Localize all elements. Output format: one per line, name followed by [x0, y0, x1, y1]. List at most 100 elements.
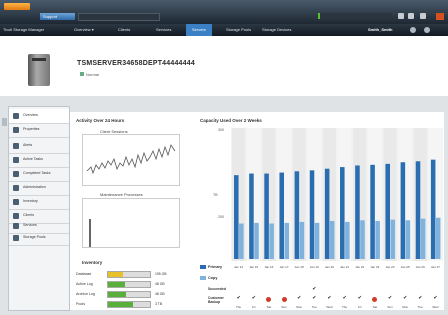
inventory-fill	[108, 272, 123, 277]
success-check-icon[interactable]: ✔	[327, 295, 331, 301]
server-header	[0, 36, 448, 96]
date-label: Jan 22	[355, 265, 365, 269]
sidebar-item-inventory[interactable]: Inventory	[9, 195, 69, 210]
bar-copy-1[interactable]	[254, 222, 259, 259]
bar-primary-11[interactable]	[400, 162, 406, 259]
inventory-archive-log-value: 48 GB	[155, 292, 165, 296]
legend-primary-swatch	[200, 265, 206, 269]
collapse-handle[interactable]	[2, 118, 7, 126]
bar-copy-0[interactable]	[239, 223, 244, 259]
bar-copy-10[interactable]	[390, 219, 396, 259]
sidebar-item-active-tasks[interactable]: Active Tasks	[9, 153, 69, 168]
bar-primary-1[interactable]	[249, 173, 254, 259]
success-check-icon[interactable]: ✔	[297, 295, 301, 301]
sidebar-label: Inventory	[23, 199, 38, 203]
succeeded-check-icon: ✔	[312, 286, 317, 292]
nav-servers[interactable]: Servers	[186, 24, 212, 36]
logout-button[interactable]	[436, 13, 444, 20]
bar-primary-0[interactable]	[234, 175, 239, 259]
bar-primary-5[interactable]	[309, 170, 315, 259]
refresh-icon[interactable]	[410, 27, 416, 33]
bar-copy-7[interactable]	[345, 221, 350, 259]
services-icon	[13, 223, 19, 229]
success-check-icon[interactable]: ✔	[358, 295, 362, 301]
success-check-icon[interactable]: ✔	[403, 295, 407, 301]
success-check-icon[interactable]: ✔	[388, 295, 392, 301]
maintenance-title: Maintenance Processes	[100, 192, 143, 197]
nav-services[interactable]: Services	[156, 24, 171, 36]
bar-copy-2[interactable]	[269, 223, 274, 259]
nav-overview[interactable]: Overview ▾	[74, 24, 94, 36]
tasks-icon	[13, 157, 19, 163]
error-status-icon[interactable]	[281, 297, 287, 302]
sidebar-item-completed-tasks[interactable]: Completed Tasks	[9, 167, 69, 182]
success-check-icon[interactable]: ✔	[312, 295, 316, 301]
overview-icon	[13, 113, 19, 119]
inventory-title: Inventory	[82, 260, 103, 265]
success-check-icon[interactable]: ✔	[343, 295, 347, 301]
inventory-icon	[13, 199, 19, 205]
bar-copy-3[interactable]	[284, 222, 290, 259]
date-label: Jan 26	[415, 265, 425, 269]
date-label: Jan 23	[370, 265, 380, 269]
maintenance-sparkline	[89, 219, 91, 247]
bar-copy-8[interactable]	[360, 220, 365, 259]
info-icon[interactable]	[424, 27, 430, 33]
sidebar-item-properties[interactable]: Properties	[9, 123, 69, 138]
date-label: Jan 19	[309, 265, 319, 269]
nav-storage-devices[interactable]: Storage Devices	[262, 24, 291, 36]
bar-primary-6[interactable]	[324, 168, 330, 259]
inventory-active-log-bar	[107, 281, 151, 288]
bar-copy-11[interactable]	[405, 220, 411, 259]
day-label: Sun	[281, 305, 287, 309]
search-field[interactable]	[78, 13, 160, 21]
bar-primary-2[interactable]	[264, 173, 269, 259]
sidebar-item-storage-pools[interactable]: Storage Pools	[9, 231, 69, 246]
global-search-input[interactable]	[320, 13, 392, 19]
bar-copy-5[interactable]	[314, 222, 320, 259]
bar-primary-10[interactable]	[385, 163, 390, 259]
maintenance-chart	[82, 198, 180, 248]
bar-copy-13[interactable]	[435, 217, 441, 259]
bar-primary-3[interactable]	[279, 172, 284, 259]
bar-copy-9[interactable]	[375, 220, 380, 259]
sidebar-label: Active Tasks	[23, 157, 43, 161]
success-check-icon[interactable]: ✔	[418, 295, 422, 301]
settings-icon[interactable]	[408, 13, 414, 19]
bar-primary-12[interactable]	[415, 161, 421, 259]
user-name[interactable]: Smith_Smith	[368, 24, 392, 36]
date-label: Jan 16	[264, 265, 274, 269]
date-label: Jan 18	[294, 265, 304, 269]
nav-home[interactable]: Tivoli Storage Manager	[3, 24, 44, 36]
success-check-icon[interactable]: ✔	[237, 295, 241, 301]
bar-primary-9[interactable]	[370, 164, 375, 259]
nav-storage-pools[interactable]: Storage Pools	[226, 24, 251, 36]
legend-copy: Copy	[208, 276, 218, 280]
sidebar-label: Administration	[23, 185, 46, 189]
nav-clients[interactable]: Clients	[118, 24, 130, 36]
bar-primary-13[interactable]	[430, 159, 436, 259]
server-name: TSMSERVER34658DEPT44444444	[77, 60, 195, 67]
help-icon[interactable]	[398, 13, 404, 19]
bar-primary-8[interactable]	[355, 165, 360, 259]
day-label: Thu	[235, 305, 242, 309]
inventory-fill	[108, 302, 134, 307]
support-tab[interactable]: Support	[40, 13, 75, 20]
date-label: Jan 20	[324, 265, 334, 269]
bar-copy-4[interactable]	[299, 221, 305, 259]
success-check-icon[interactable]: ✔	[433, 295, 437, 301]
user-icon[interactable]	[420, 13, 426, 19]
bar-primary-7[interactable]	[340, 167, 345, 259]
sidebar-item-alerts[interactable]: Alerts	[9, 139, 69, 154]
status-dot-icon	[80, 72, 84, 76]
day-label: Wed	[432, 305, 439, 309]
bar-copy-12[interactable]	[420, 218, 426, 259]
bar-primary-4[interactable]	[294, 171, 300, 259]
success-check-icon[interactable]: ✔	[252, 295, 256, 301]
properties-icon	[13, 127, 19, 133]
sidebar-label: Clients	[23, 213, 34, 217]
bar-copy-6[interactable]	[329, 220, 335, 259]
sidebar-item-overview[interactable]: Overview	[9, 109, 69, 124]
ibm-logo	[4, 3, 30, 10]
sidebar-item-administration[interactable]: Administration	[9, 181, 69, 196]
